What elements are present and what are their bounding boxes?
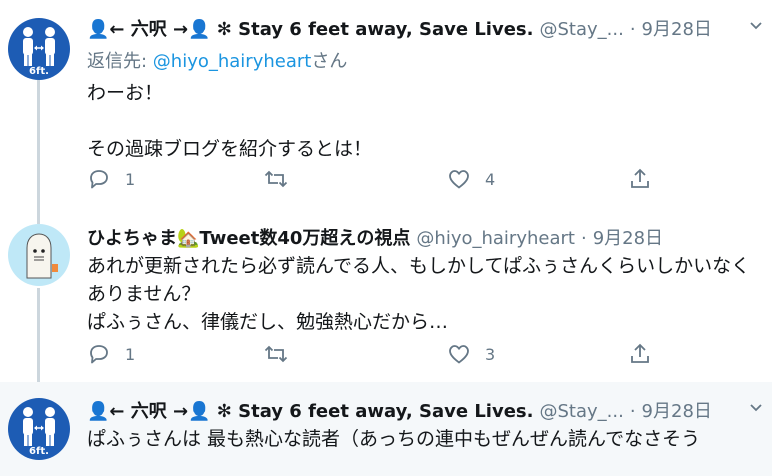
tweet-header: 👤← 六呎 →👤 ✻ Stay 6 feet away, Save Lives.…: [87, 397, 732, 423]
replying-to: 返信先: @hiyo_hairyheartさん: [87, 47, 732, 73]
separator-dot: ·: [629, 19, 636, 40]
retweet-button[interactable]: [263, 167, 303, 191]
reply-icon: [90, 170, 108, 189]
thread-line: [37, 288, 40, 382]
avatar-label: 6ft.: [29, 446, 49, 457]
tweet[interactable]: ひよちゃま🏡Tweet数40万超えの視点 @hiyo_hairyheart · …: [0, 212, 772, 382]
username[interactable]: @Stay_...: [539, 401, 623, 422]
tweet-header: ひよちゃま🏡Tweet数40万超えの視点 @hiyo_hairyheart · …: [87, 224, 732, 250]
thread-line: [37, 212, 40, 224]
retweet-button[interactable]: [263, 342, 303, 366]
username[interactable]: @hiyo_hairyheart: [416, 228, 575, 249]
tweet-text: わーお！ その過疎ブログを紹介するとは！: [87, 82, 373, 160]
tweet[interactable]: 6ft. 👤← 六呎 →👤 ✻ Stay 6 feet away, Save L…: [0, 0, 772, 212]
like-button[interactable]: 4: [447, 167, 495, 191]
reply-count: 1: [125, 169, 136, 189]
share-button[interactable]: [628, 342, 652, 366]
action-bar: 1 4: [87, 167, 657, 195]
share-icon: [631, 168, 649, 188]
timestamp[interactable]: 9月28日: [642, 15, 712, 41]
display-name[interactable]: ひよちゃま🏡Tweet数40万超えの視点: [87, 224, 410, 250]
replying-suffix: さん: [311, 51, 348, 72]
timestamp[interactable]: 9月28日: [642, 397, 712, 423]
separator-dot: ·: [629, 401, 636, 422]
caret-down-icon[interactable]: [748, 18, 764, 34]
like-count: 3: [485, 344, 496, 364]
display-name[interactable]: 👤← 六呎 →👤 ✻ Stay 6 feet away, Save Lives.: [87, 397, 533, 423]
avatar[interactable]: 6ft.: [8, 398, 70, 460]
replying-handle-link[interactable]: @hiyo_hairyheart: [153, 51, 312, 72]
action-bar: 1 3: [87, 342, 657, 370]
reply-button[interactable]: 1: [87, 167, 135, 191]
reply-button[interactable]: 1: [87, 342, 135, 366]
avatar-label: 6ft.: [29, 66, 49, 77]
tweet-text: あれが更新されたら必ず読んでる人、もしかしてぱふぅさんくらいしかいなくありません…: [87, 255, 751, 333]
share-button[interactable]: [628, 167, 652, 191]
display-name[interactable]: 👤← 六呎 →👤 ✻ Stay 6 feet away, Save Lives.: [87, 15, 533, 41]
avatar[interactable]: 6ft.: [8, 18, 70, 80]
timestamp[interactable]: 9月28日: [593, 224, 663, 250]
avatar[interactable]: [8, 224, 70, 286]
tweet-text: ぱふぅさんは 最も熱心な読者（あっちの連中もぜんぜん読んでなさそう: [87, 428, 701, 450]
caret-down-icon[interactable]: [748, 400, 764, 416]
tweet-header: 👤← 六呎 →👤 ✻ Stay 6 feet away, Save Lives.…: [87, 15, 732, 41]
like-count: 4: [485, 169, 496, 189]
like-icon: [449, 345, 469, 364]
retweet-icon: [264, 345, 288, 363]
like-button[interactable]: 3: [447, 342, 495, 366]
retweet-icon: [264, 170, 288, 188]
reply-icon: [90, 345, 108, 364]
tweet[interactable]: 6ft. 👤← 六呎 →👤 ✻ Stay 6 feet away, Save L…: [0, 382, 772, 476]
replying-prefix: 返信先:: [87, 51, 153, 72]
thread-line: [37, 80, 40, 212]
like-icon: [449, 170, 469, 189]
separator-dot: ·: [580, 228, 587, 249]
reply-count: 1: [125, 344, 136, 364]
share-icon: [631, 343, 649, 363]
ghost-avatar: [26, 233, 58, 279]
username[interactable]: @Stay_...: [539, 19, 623, 40]
